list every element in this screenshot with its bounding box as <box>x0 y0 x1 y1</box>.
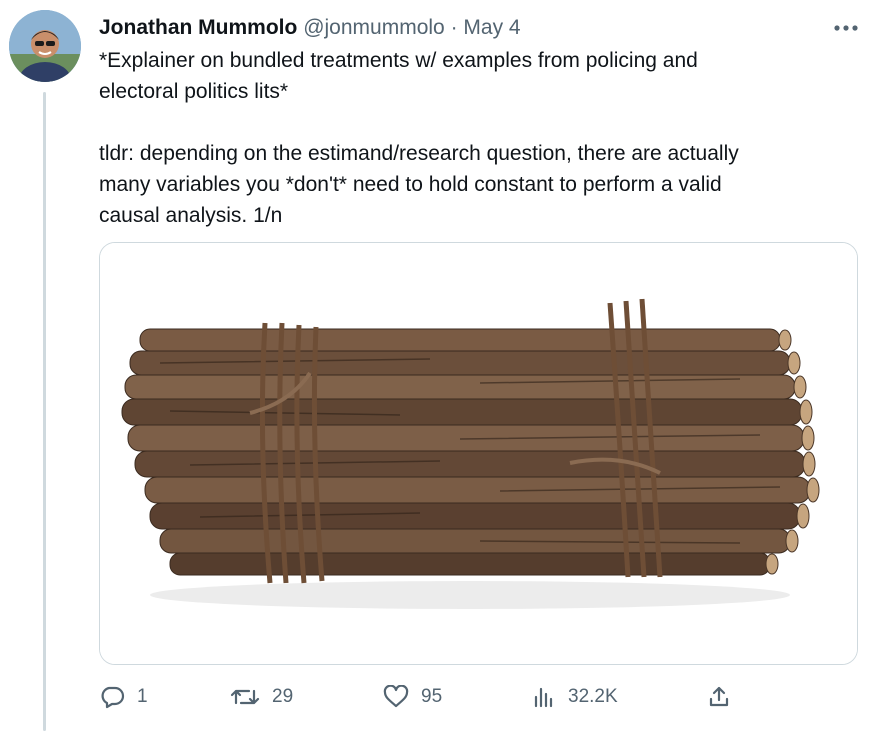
tweet-date[interactable]: May 4 <box>463 16 520 39</box>
reply-count: 1 <box>137 686 148 707</box>
tweet-text-line: many variables you *don't* need to hold … <box>99 173 722 196</box>
author-handle[interactable]: @jonmummolo <box>303 16 445 39</box>
like-button[interactable]: 95 <box>383 680 442 714</box>
thread-line <box>43 92 46 731</box>
avatar[interactable] <box>9 10 81 82</box>
reply-icon <box>101 686 125 709</box>
bundle-of-sticks-image <box>100 243 857 664</box>
more-icon <box>834 25 858 31</box>
like-count: 95 <box>421 686 443 707</box>
views-button[interactable]: 32.2K <box>532 680 618 714</box>
tweet-header: Jonathan Mummolo @jonmummolo · May 4 <box>99 14 521 44</box>
more-options-button[interactable] <box>826 14 866 42</box>
share-icon <box>709 686 729 707</box>
views-count: 32.2K <box>568 686 618 707</box>
retweet-icon <box>230 689 260 705</box>
retweet-count: 29 <box>272 686 294 707</box>
separator: · <box>450 16 458 39</box>
author-name[interactable]: Jonathan Mummolo <box>99 16 297 39</box>
avatar-image <box>9 10 81 82</box>
tweet-text: *Explainer on bundled treatments w/ exam… <box>99 45 839 231</box>
views-icon <box>534 687 553 708</box>
tweet-text-gap <box>99 107 839 138</box>
heart-icon <box>383 685 409 708</box>
reply-button[interactable]: 1 <box>99 680 148 714</box>
tweet-text-line: *Explainer on bundled treatments w/ exam… <box>99 49 698 72</box>
tweet-text-line: electoral politics lits* <box>99 80 289 103</box>
retweet-button[interactable]: 29 <box>230 680 293 714</box>
tweet-text-line: tldr: depending on the estimand/research… <box>99 142 739 165</box>
tweet-media[interactable] <box>99 242 858 665</box>
share-button[interactable] <box>707 680 731 714</box>
tweet-text-line: causal analysis. 1/n <box>99 204 283 227</box>
action-bar: 1 29 95 32.2K <box>99 680 739 714</box>
